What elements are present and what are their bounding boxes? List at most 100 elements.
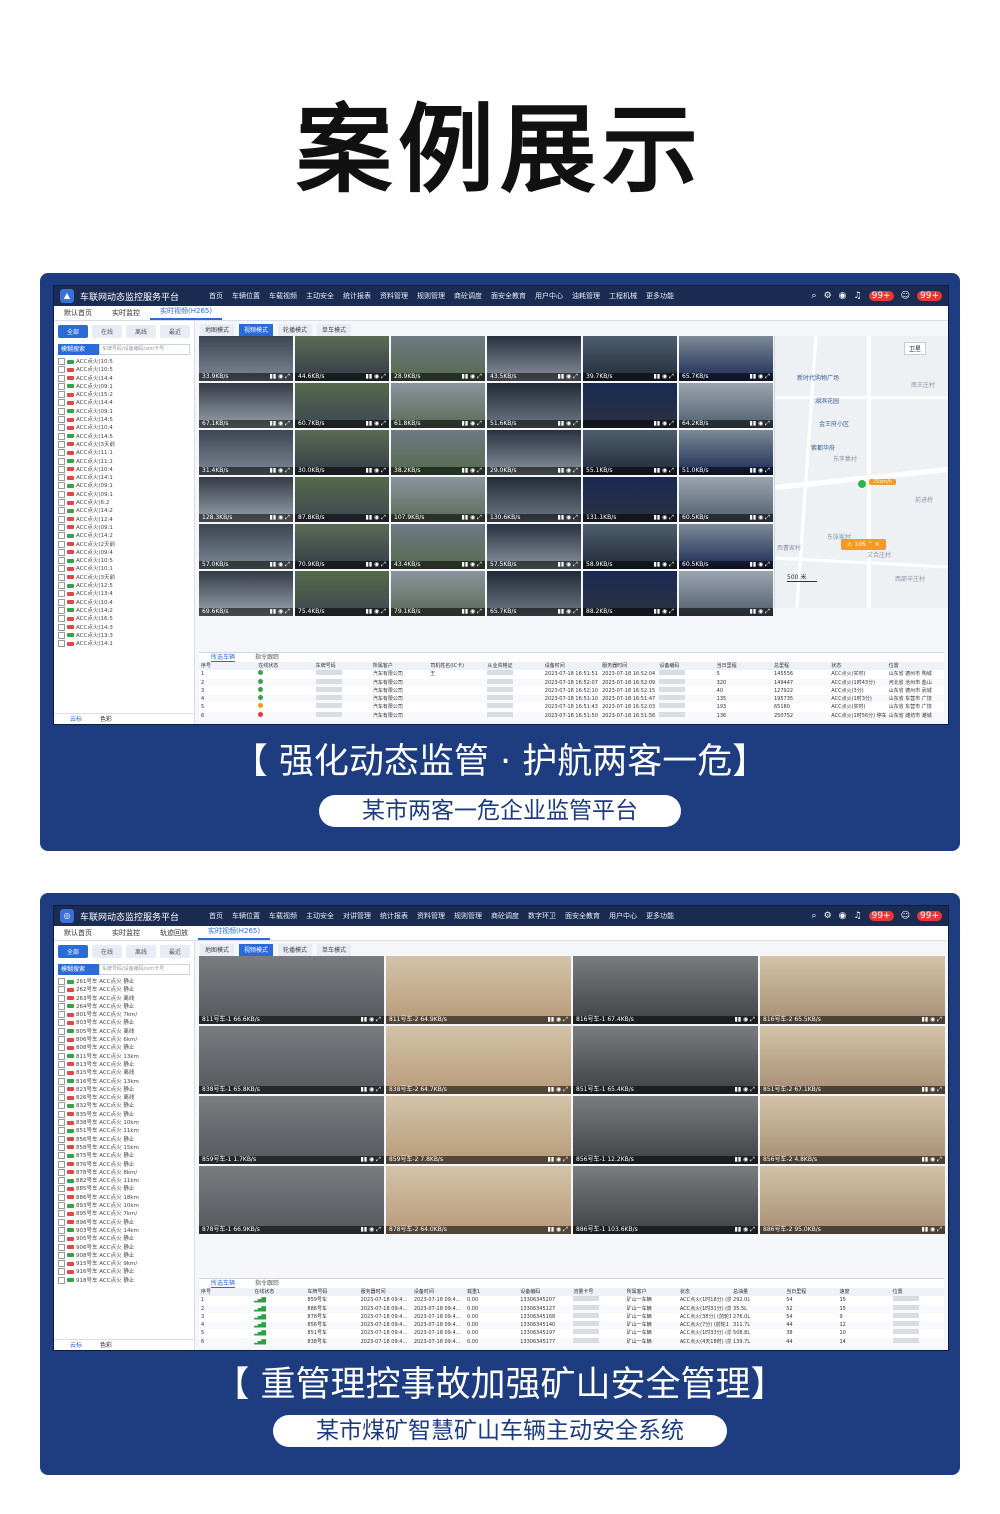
tree-item[interactable]: 856号车 ACC点火 静止 xyxy=(58,1135,190,1144)
checkbox-icon[interactable] xyxy=(58,606,65,614)
tree-item[interactable]: 885号车 ACC点火 静止 xyxy=(58,1185,190,1193)
menu-item[interactable]: 车辆位置 xyxy=(232,911,260,921)
checkbox-icon[interactable] xyxy=(58,598,65,606)
tree-item[interactable]: 263号车 ACC点火 离线 xyxy=(58,994,190,1003)
status-filter-button[interactable]: 离线 xyxy=(126,325,156,338)
video-control-icons[interactable]: ▮▮ ◉ ⤢ xyxy=(366,373,386,381)
video-cell[interactable]: 67.1KB/s ▮▮ ◉ ⤢ xyxy=(199,383,293,428)
video-control-icons[interactable]: ▮▮ ◉ ⤢ xyxy=(462,420,482,428)
search-mode-select[interactable]: 模糊搜索 xyxy=(58,344,99,355)
video-control-icons[interactable]: ▮▮ ◉ ⤢ xyxy=(922,1156,942,1164)
tree-item[interactable]: 803号车 ACC点火 静止 xyxy=(58,1019,190,1027)
video-cell[interactable]: 75.4KB/s ▮▮ ◉ ⤢ xyxy=(295,571,389,616)
search-icon[interactable]: ⌕ xyxy=(812,291,817,301)
video-control-icons[interactable]: ▮▮ ◉ ⤢ xyxy=(922,1226,942,1234)
checkbox-icon[interactable] xyxy=(58,1011,65,1019)
tree-item[interactable]: ACC点火(3天前 xyxy=(58,440,190,449)
page-tab[interactable]: 实时监控 xyxy=(102,927,150,940)
video-cell[interactable]: 838号车-2 64.7KB/s ▮▮ ◉ ⤢ xyxy=(386,1026,571,1094)
video-cell[interactable]: 878号车-1 66.9KB/s ▮▮ ◉ ⤢ xyxy=(199,1166,384,1234)
tree-item[interactable]: 906号车 ACC点火 静止 xyxy=(58,1243,190,1252)
video-control-icons[interactable]: ▮▮ ◉ ⤢ xyxy=(462,561,482,569)
tree-item[interactable]: ACC点火(14:2 xyxy=(58,606,190,615)
checkbox-icon[interactable] xyxy=(58,1268,65,1276)
checkbox-icon[interactable] xyxy=(58,474,65,482)
menu-item[interactable]: 资料管理 xyxy=(417,911,445,921)
video-cell[interactable]: 859号车-1 1.7KB/s ▮▮ ◉ ⤢ xyxy=(199,1096,384,1164)
view-mode-tab[interactable]: 地图模式 xyxy=(200,324,235,336)
checkbox-icon[interactable] xyxy=(58,374,65,382)
video-control-icons[interactable]: ▮▮ ◉ ⤢ xyxy=(750,467,770,475)
checkbox-icon[interactable] xyxy=(58,399,65,407)
checkbox-icon[interactable] xyxy=(58,1251,65,1259)
video-control-icons[interactable]: ▮▮ ◉ ⤢ xyxy=(558,467,578,475)
message-badge[interactable]: 99+ xyxy=(917,291,942,301)
video-cell[interactable]: 886号车-2 95.0KB/s ▮▮ ◉ ⤢ xyxy=(760,1166,945,1234)
menu-item[interactable]: 统计报表 xyxy=(380,911,408,921)
checkbox-icon[interactable] xyxy=(58,1094,65,1102)
checkbox-icon[interactable] xyxy=(58,465,65,473)
tree-item[interactable]: 261号车 ACC点火 静止 xyxy=(58,978,190,986)
video-cell[interactable]: 51.0KB/s ▮▮ ◉ ⤢ xyxy=(679,430,773,475)
video-control-icons[interactable]: ▮▮ ◉ ⤢ xyxy=(270,514,290,522)
table-tab[interactable]: 所选车辆 xyxy=(211,1279,236,1288)
video-control-icons[interactable]: ▮▮ ◉ ⤢ xyxy=(270,373,290,381)
checkbox-icon[interactable] xyxy=(58,1019,65,1027)
video-cell[interactable]: 58.9KB/s ▮▮ ◉ ⤢ xyxy=(583,524,677,569)
tree-item[interactable]: ACC点火(16:5 xyxy=(58,615,190,623)
table-row[interactable]: 4 ▂▄▆ 856号车 2023-07-18 09:4... 2023-07-18 09… xyxy=(199,1321,944,1330)
checkbox-icon[interactable] xyxy=(58,631,65,639)
menu-item[interactable]: 车辆位置 xyxy=(232,291,260,301)
video-cell[interactable]: 43.4KB/s ▮▮ ◉ ⤢ xyxy=(391,524,485,569)
video-control-icons[interactable]: ▮▮ ◉ ⤢ xyxy=(735,1086,755,1094)
tree-item[interactable]: 895号车 ACC点火 7km/ xyxy=(58,1210,190,1218)
tree-item[interactable]: ACC点火(11:1 xyxy=(58,449,190,457)
checkbox-icon[interactable] xyxy=(58,1143,65,1151)
sidebar-tab-color[interactable]: 色彩 xyxy=(100,1340,112,1350)
video-cell[interactable]: 838号车-1 65.8KB/s ▮▮ ◉ ⤢ xyxy=(199,1026,384,1094)
checkbox-icon[interactable] xyxy=(58,1069,65,1077)
video-cell[interactable]: 88.2KB/s ▮▮ ◉ ⤢ xyxy=(583,571,677,616)
menu-item[interactable]: 主动安全 xyxy=(306,911,334,921)
checkbox-icon[interactable] xyxy=(58,391,65,399)
checkbox-icon[interactable] xyxy=(58,1135,65,1143)
checkbox-icon[interactable] xyxy=(58,640,65,648)
video-control-icons[interactable]: ▮▮ ◉ ⤢ xyxy=(366,467,386,475)
tree-item[interactable]: ACC点火(12:5 xyxy=(58,582,190,590)
view-mode-tab[interactable]: 视频模式 xyxy=(239,944,274,956)
page-tab[interactable]: 实时监控 xyxy=(102,307,150,320)
checkbox-icon[interactable] xyxy=(58,1243,65,1251)
notification-badge[interactable]: 99+ xyxy=(868,911,894,921)
table-row[interactable]: 3 ▂▄▆ 878号车 2023-07-18 09:4... 2023-07-18 09… xyxy=(199,1312,944,1321)
page-tab[interactable]: 默认首页 xyxy=(54,927,102,940)
status-filter-button[interactable]: 离线 xyxy=(126,945,156,958)
sidebar-tab-cloud[interactable]: 云标 xyxy=(70,1340,82,1350)
video-control-icons[interactable]: ▮▮ ◉ ⤢ xyxy=(735,1016,755,1024)
tree-item[interactable]: ACC点火(10:4 xyxy=(58,598,190,607)
table-row[interactable]: 4 汽车有限公司 2023-07-18 16:51:10 2023-07-18 16:… xyxy=(199,695,944,704)
video-control-icons[interactable]: ▮▮ ◉ ⤢ xyxy=(654,467,674,475)
tree-item[interactable]: 903号车 ACC点火 14km xyxy=(58,1226,190,1235)
view-mode-tab[interactable]: 单车模式 xyxy=(317,324,352,336)
tree-item[interactable]: ACC点火(13:4 xyxy=(58,590,190,598)
checkbox-icon[interactable] xyxy=(58,590,65,598)
menu-item[interactable]: 车载视频 xyxy=(269,291,297,301)
video-control-icons[interactable]: ▮▮ ◉ ⤢ xyxy=(654,373,674,381)
page-tab[interactable]: 轨迹回放 xyxy=(150,927,198,940)
tree-item[interactable]: 838号车 ACC点火 10km xyxy=(58,1119,190,1127)
video-control-icons[interactable]: ▮▮ ◉ ⤢ xyxy=(654,561,674,569)
video-cell[interactable]: 65.7KB/s ▮▮ ◉ ⤢ xyxy=(679,336,773,381)
checkbox-icon[interactable] xyxy=(58,1127,65,1135)
tree-item[interactable]: ACC点火(11:1 xyxy=(58,457,190,466)
tree-item[interactable]: ACC点火(14:1 xyxy=(58,640,190,648)
table-row[interactable]: 3 汽车有限公司 2023-07-18 16:52:10 2023-07-18 16:… xyxy=(199,686,944,695)
video-cell[interactable]: 70.9KB/s ▮▮ ◉ ⤢ xyxy=(295,524,389,569)
status-filter-button[interactable]: 全部 xyxy=(58,325,88,338)
video-control-icons[interactable]: ▮▮ ◉ ⤢ xyxy=(922,1016,942,1024)
video-cell[interactable]: 87.8KB/s ▮▮ ◉ ⤢ xyxy=(295,477,389,522)
vehicle-map[interactable]: 卫星 新时代购物广场 湖滨花园 金王府小区 紫都华府 东李集村 南王庄村 前进桥… xyxy=(774,336,948,608)
checkbox-icon[interactable] xyxy=(58,1036,65,1044)
checkbox-icon[interactable] xyxy=(58,1202,65,1210)
table-row[interactable]: 1 ▂▄▆ 859号车 2023-07-18 09:4... 2023-07-18 09… xyxy=(199,1296,944,1304)
tree-item[interactable]: 806号车 ACC点火 6km/ xyxy=(58,1036,190,1044)
